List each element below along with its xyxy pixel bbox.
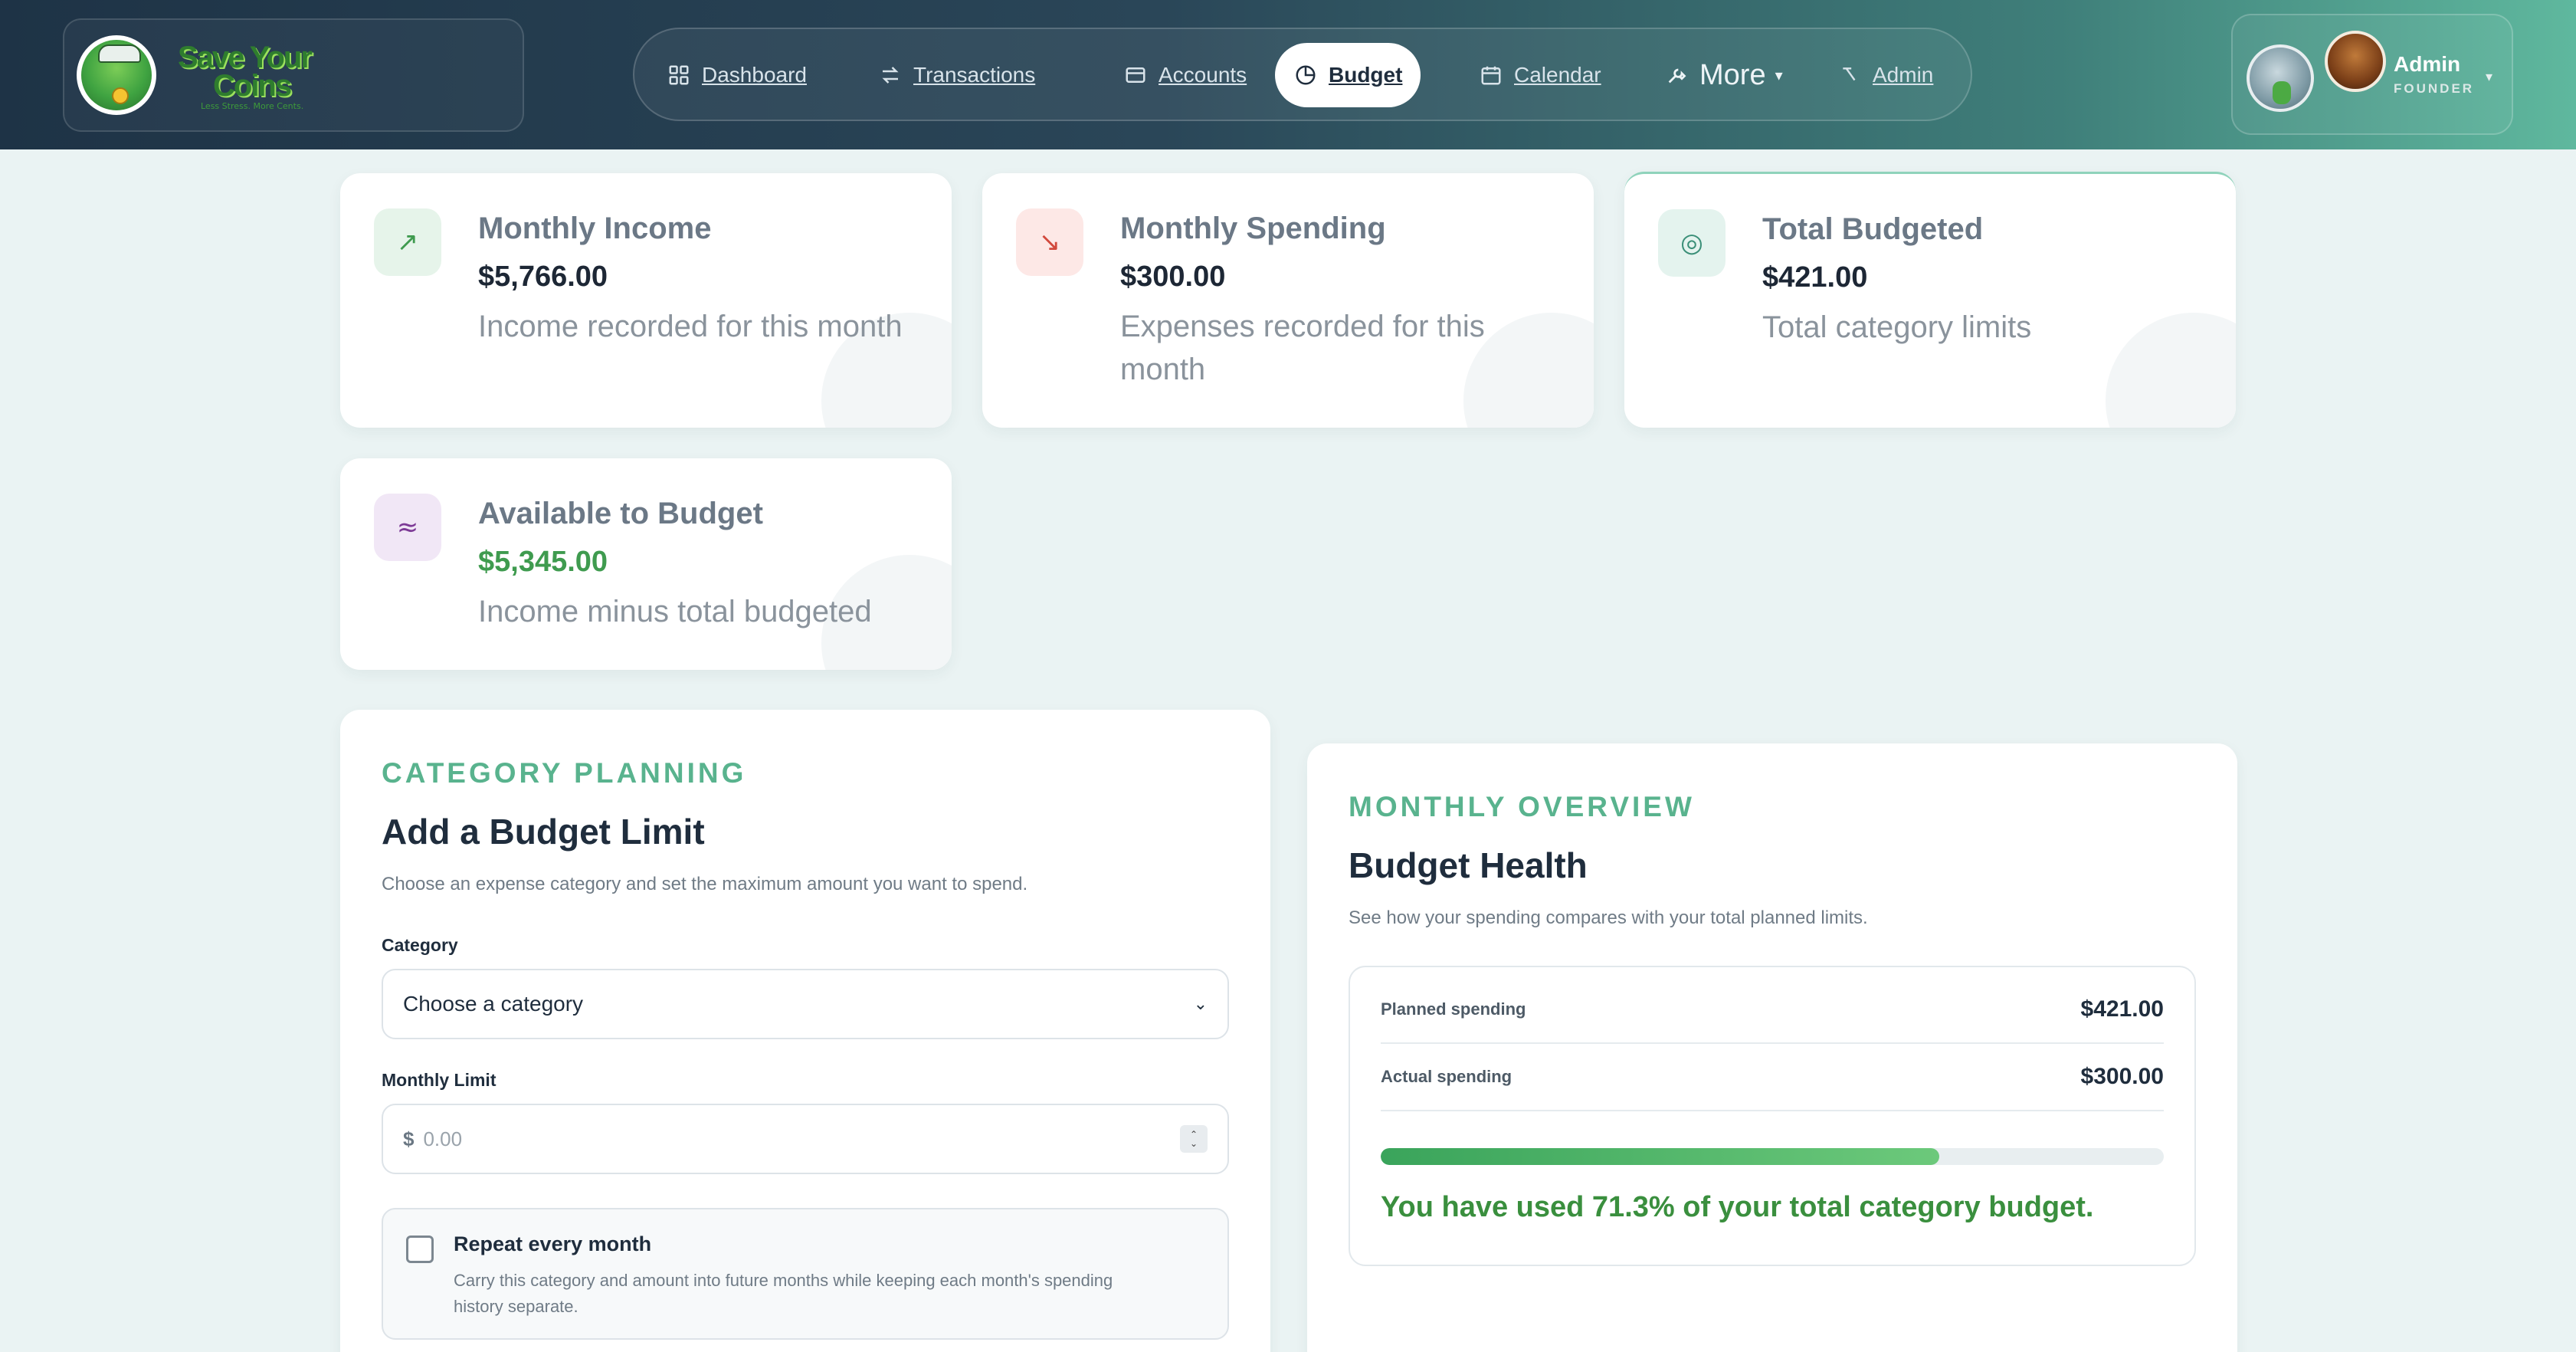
pie-chart-icon bbox=[1293, 63, 1318, 87]
brand-name-line2: Coins bbox=[213, 69, 292, 103]
grid-icon bbox=[667, 63, 691, 87]
planned-spending-value: $421.00 bbox=[2080, 996, 2164, 1022]
nav-item-dashboard[interactable]: Dashboard bbox=[648, 43, 825, 107]
budget-usage-message: You have used 71.3% of your total catego… bbox=[1381, 1191, 2094, 1223]
stat-card-total-budgeted: ◎ Total Budgeted $421.00 Total category … bbox=[1624, 172, 2236, 428]
coin-icon bbox=[112, 87, 129, 104]
monthly-overview-panel: MONTHLY OVERVIEW Budget Health See how y… bbox=[1307, 743, 2237, 1352]
panel-title: Add a Budget Limit bbox=[382, 812, 705, 852]
wrench-icon bbox=[1664, 63, 1689, 87]
stat-card-monthly-spending: ↘ Monthly Spending $300.00 Expenses reco… bbox=[982, 173, 1594, 428]
category-select-value: Choose a category bbox=[403, 992, 584, 1016]
nav-item-transactions[interactable]: Transactions bbox=[860, 43, 1054, 107]
stepper-down-icon: ⌄ bbox=[1189, 1138, 1198, 1149]
panel-title: Budget Health bbox=[1349, 845, 1588, 885]
panel-subtitle: Choose an expense category and set the m… bbox=[382, 874, 1028, 894]
budget-health-summary: Planned spending $421.00 Actual spending… bbox=[1349, 966, 2196, 1266]
panel-subtitle: See how your spending compares with your… bbox=[1349, 907, 1868, 928]
repeat-monthly-option: Repeat every month Carry this category a… bbox=[382, 1208, 1229, 1340]
nav-label: Dashboard bbox=[702, 63, 807, 87]
actual-spending-label: Actual spending bbox=[1381, 1067, 1512, 1086]
nav-label: Calendar bbox=[1514, 63, 1601, 87]
repeat-every-month-checkbox[interactable] bbox=[406, 1236, 434, 1263]
trend-down-icon: ↘ bbox=[1016, 208, 1083, 276]
avatar-secondary bbox=[2325, 31, 2386, 92]
chevron-down-icon: ⌄ bbox=[1193, 994, 1208, 1013]
planned-spending-label: Planned spending bbox=[1381, 999, 1526, 1019]
monthly-limit-label: Monthly Limit bbox=[382, 1070, 497, 1090]
monthly-limit-input[interactable]: $ 0.00 ⌃ ⌄ bbox=[382, 1104, 1229, 1174]
nav-item-more[interactable]: More ▾ bbox=[1646, 43, 1801, 107]
stat-card-monthly-income: ↗ Monthly Income $5,766.00 Income record… bbox=[340, 173, 952, 428]
nav-label: More bbox=[1699, 58, 1766, 91]
brand-name-line1: Save Your bbox=[178, 41, 313, 74]
monthly-limit-placeholder: 0.00 bbox=[423, 1127, 463, 1150]
nav-label: Admin bbox=[1873, 63, 1934, 87]
admin-arrow-icon bbox=[1837, 63, 1862, 87]
brand-wordmark: Save Your Coins Less Stress. More Cents. bbox=[178, 41, 392, 120]
stat-description: Income minus total budgeted bbox=[478, 595, 872, 628]
stat-description: Total category limits bbox=[1762, 310, 2032, 344]
stat-card-available-to-budget: ≈ Available to Budget $5,345.00 Income m… bbox=[340, 458, 952, 670]
stat-title: Monthly Income bbox=[478, 212, 712, 245]
brand-logo-link[interactable]: Save Your Coins Less Stress. More Cents. bbox=[63, 18, 524, 132]
trend-up-icon: ↗ bbox=[374, 208, 441, 276]
stat-title: Available to Budget bbox=[478, 497, 763, 530]
category-label: Category bbox=[382, 935, 458, 955]
nav-item-accounts[interactable]: Accounts bbox=[1105, 43, 1265, 107]
budget-progress-bar bbox=[1381, 1148, 2164, 1165]
nav-item-admin[interactable]: Admin bbox=[1819, 43, 1952, 107]
actual-spending-row: Actual spending $300.00 bbox=[1381, 1044, 2164, 1111]
stat-value: $5,345.00 bbox=[478, 546, 608, 578]
currency-symbol: $ bbox=[403, 1127, 415, 1150]
calendar-icon bbox=[1479, 63, 1503, 87]
frog-mascot-icon bbox=[77, 35, 156, 115]
brand-tagline: Less Stress. More Cents. bbox=[201, 101, 304, 111]
stat-value: $300.00 bbox=[1120, 261, 1226, 293]
nav-label: Transactions bbox=[913, 63, 1036, 87]
planned-spending-row: Planned spending $421.00 bbox=[1381, 976, 2164, 1044]
user-role: FOUNDER bbox=[2394, 81, 2475, 96]
panel-eyebrow: MONTHLY OVERVIEW bbox=[1349, 791, 1695, 822]
target-icon: ◎ bbox=[1658, 209, 1726, 277]
nav-item-budget[interactable]: Budget bbox=[1275, 43, 1421, 107]
budget-progress-fill bbox=[1381, 1148, 1939, 1165]
user-name: Admin bbox=[2394, 52, 2461, 76]
panel-eyebrow: CATEGORY PLANNING bbox=[382, 757, 747, 789]
repeat-title: Repeat every month bbox=[454, 1232, 652, 1255]
stat-value: $5,766.00 bbox=[478, 261, 608, 293]
frog-hat-icon bbox=[98, 44, 141, 63]
nav-label: Accounts bbox=[1159, 63, 1247, 87]
category-planning-panel: CATEGORY PLANNING Add a Budget Limit Cho… bbox=[340, 710, 1270, 1352]
nav-label: Budget bbox=[1329, 63, 1403, 87]
chevron-down-icon: ▾ bbox=[1775, 67, 1783, 84]
nav-item-calendar[interactable]: Calendar bbox=[1460, 43, 1620, 107]
arrows-swap-icon bbox=[878, 63, 903, 87]
mascot-mini-icon bbox=[2273, 81, 2291, 104]
user-menu-button[interactable]: Admin FOUNDER ▾ bbox=[2231, 14, 2513, 135]
avatar bbox=[2247, 44, 2314, 112]
wallet-icon bbox=[1123, 63, 1148, 87]
stat-title: Total Budgeted bbox=[1762, 212, 1984, 246]
number-stepper[interactable]: ⌃ ⌄ bbox=[1180, 1125, 1208, 1153]
stat-description: Expenses recorded for this month bbox=[1120, 310, 1485, 386]
main-nav: Dashboard Transactions Accounts Budget C… bbox=[633, 28, 1972, 121]
approx-icon: ≈ bbox=[374, 494, 441, 561]
actual-spending-value: $300.00 bbox=[2080, 1064, 2164, 1089]
repeat-description: Carry this category and amount into futu… bbox=[454, 1271, 1113, 1316]
stat-description: Income recorded for this month bbox=[478, 310, 903, 343]
category-select[interactable]: Choose a category ⌄ bbox=[382, 969, 1229, 1039]
chevron-down-icon: ▾ bbox=[2486, 69, 2493, 85]
stat-title: Monthly Spending bbox=[1120, 212, 1386, 245]
top-navigation-bar: Save Your Coins Less Stress. More Cents.… bbox=[0, 0, 2576, 149]
stat-value: $421.00 bbox=[1762, 261, 1868, 294]
